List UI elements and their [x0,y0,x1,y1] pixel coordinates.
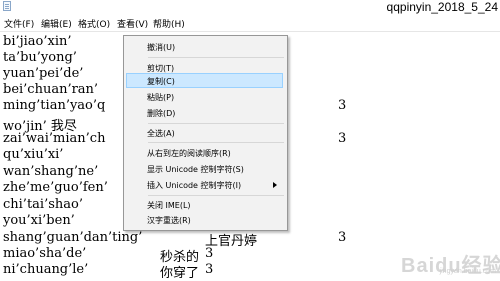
menu-separator [148,195,284,196]
menu-item-label: 汉字重选(R) [147,216,191,225]
line-text: ta’bu’yong’ [3,50,77,65]
line-text: 3 [338,230,347,245]
menu-item-select-all[interactable]: 全选(A) [126,125,283,140]
line-text: zhe’me’guo’fen’ [3,180,108,195]
line-text: shang’guan’dan’ting’ [3,230,143,245]
line-text: 3 [205,262,214,277]
submenu-arrow-icon [273,182,277,188]
menu-item-insert-unicode-control[interactable]: 插入 Unicode 控制字符(I) [126,177,283,192]
menu-item-label: 从右到左的阅读顺序(R) [147,149,231,158]
title-bar: qqpinyin_2018_5_24 [0,0,500,14]
baidu-jingyan-watermark: Baidu经验 jingyan.baidu.com [401,247,500,277]
line-text: ni’chuang’le’ [3,262,89,277]
menu-file[interactable]: 文件(F) [4,17,34,30]
menu-item-rtl-reading-order[interactable]: 从右到左的阅读顺序(R) [126,145,283,160]
menu-bar: 文件(F) 编辑(E) 格式(O) 查看(V) 帮助(H) [0,14,500,32]
line-text: qu’xiu’xi’ [3,147,64,162]
line-text: 你穿了 [160,266,200,281]
notepad-icon [3,1,11,11]
line-text: zai’wai’mian’ch [3,131,106,146]
line-text: yuan’pei’de’ [3,66,84,81]
line-text: 3 [205,246,214,261]
menu-item-close-ime[interactable]: 关闭 IME(L) [126,197,283,212]
menu-view[interactable]: 查看(V) [117,17,148,30]
menu-separator [148,57,284,58]
line-text: bei’chuan’ran’ [3,82,99,97]
context-menu: 撤消(U) 剪切(T) 复制(C) 粘贴(P) 删除(D) 全选(A) 从右到左… [123,35,288,231]
menu-item-undo[interactable]: 撤消(U) [126,39,283,54]
line-text: 3 [338,98,347,113]
menu-item-reconversion[interactable]: 汉字重选(R) [126,212,283,227]
line-text: ming’tian’yao’q [3,98,106,113]
menu-item-paste[interactable]: 粘贴(P) [126,89,283,104]
menu-item-label: 显示 Unicode 控制字符(S) [147,165,244,174]
menu-item-delete[interactable]: 删除(D) [126,105,283,120]
menu-separator [148,142,284,143]
line-text: you’xi’ben’ [3,213,75,228]
line-text: 3 [338,131,347,146]
menu-item-show-unicode-control[interactable]: 显示 Unicode 控制字符(S) [126,161,283,176]
menu-item-copy[interactable]: 复制(C) [126,73,283,88]
menu-item-label: 删除(D) [147,109,176,118]
menu-item-label: 复制(C) [147,77,175,86]
line-text: miao’sha’de’ [3,246,87,261]
line-text: chi’tai’shao’ [3,197,83,212]
window-title: qqpinyin_2018_5_24 [386,0,498,14]
menu-item-label: 插入 Unicode 控制字符(I) [147,181,242,190]
text-line: shang’guan’dan’ting’ 上官丹婷 3 [0,230,500,249]
line-text: bi’jiao’xin’ [3,34,72,49]
menu-item-label: 撤消(U) [147,43,176,52]
menu-format[interactable]: 格式(O) [78,17,110,30]
menu-separator [148,123,284,124]
menu-item-label: 粘贴(P) [147,93,175,102]
menu-help[interactable]: 帮助(H) [153,17,185,30]
menu-edit[interactable]: 编辑(E) [41,17,72,30]
menu-item-label: 关闭 IME(L) [147,201,191,210]
watermark-sub: jingyan.baidu.com [439,268,496,275]
menu-item-label: 全选(A) [147,129,175,138]
line-text: wan’shang’ne’ [3,164,99,179]
